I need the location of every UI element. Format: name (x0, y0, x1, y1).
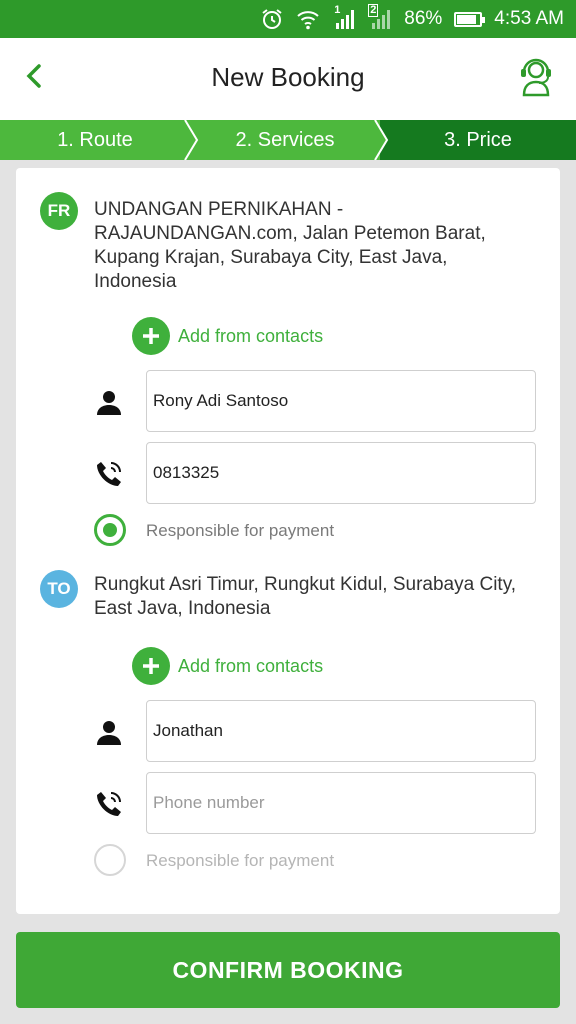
phone-call-icon (94, 789, 124, 819)
add-from-contacts-label: Add from contacts (178, 325, 324, 346)
origin-address: UNDANGAN PERNIKAHAN - RAJAUNDANGAN.com, … (94, 199, 486, 292)
status-bar: 1 2 86% 4:53 AM (0, 0, 576, 38)
origin-responsible-radio[interactable] (94, 514, 126, 546)
add-from-contacts-label: Add from contacts (178, 655, 324, 676)
signal-icon: 2 (368, 4, 392, 30)
destination-name-input[interactable] (147, 701, 535, 761)
destination-badge: TO (40, 570, 78, 608)
destination-responsible-label: Responsible for payment (146, 851, 335, 870)
battery-icon (454, 11, 486, 27)
signal-icon: 1 (332, 4, 356, 30)
step-divider (184, 120, 199, 160)
battery-percent: 86% (404, 8, 443, 29)
step-divider (372, 120, 389, 160)
step-services[interactable]: 2. Services (190, 120, 380, 160)
origin-name-input[interactable] (147, 371, 535, 431)
wifi-icon (296, 8, 320, 30)
sim2-label: 2 (368, 4, 379, 17)
origin-add-from-contacts-button[interactable]: Add from contacts (132, 317, 323, 355)
destination-add-from-contacts-button[interactable]: Add from contacts (132, 647, 323, 685)
origin-responsible-label: Responsible for payment (146, 521, 335, 540)
headset-agent-icon (518, 55, 554, 102)
destination-phone-field[interactable] (146, 772, 536, 834)
destination-responsible-radio[interactable] (94, 844, 126, 876)
page-title: New Booking (211, 62, 365, 92)
app-header: New Booking (0, 38, 576, 120)
origin-phone-input[interactable] (147, 443, 535, 503)
destination-phone-input[interactable] (147, 773, 535, 833)
alarm-icon (260, 7, 284, 31)
person-icon (94, 717, 124, 747)
booking-card: FR UNDANGAN PERNIKAHAN - RAJAUNDANGAN.co… (16, 168, 560, 914)
origin-name-field[interactable] (146, 370, 536, 432)
origin-phone-field[interactable] (146, 442, 536, 504)
destination-address: Rungkut Asri Timur, Rungkut Kidul, Surab… (94, 574, 517, 619)
confirm-booking-button[interactable]: CONFIRM BOOKING (16, 932, 560, 1008)
phone-call-icon (94, 459, 124, 489)
sim1-label: 1 (334, 4, 341, 16)
step-route[interactable]: 1. Route (0, 120, 190, 160)
destination-name-field[interactable] (146, 700, 536, 762)
person-icon (94, 387, 124, 417)
booking-stepper: 1. Route 2. Services 3. Price (0, 120, 576, 160)
plus-icon (132, 647, 170, 685)
customer-support-button[interactable] (514, 54, 558, 102)
clock: 4:53 AM (494, 8, 564, 29)
step-price[interactable]: 3. Price (380, 120, 576, 160)
origin-badge: FR (40, 192, 78, 230)
plus-icon (132, 317, 170, 355)
